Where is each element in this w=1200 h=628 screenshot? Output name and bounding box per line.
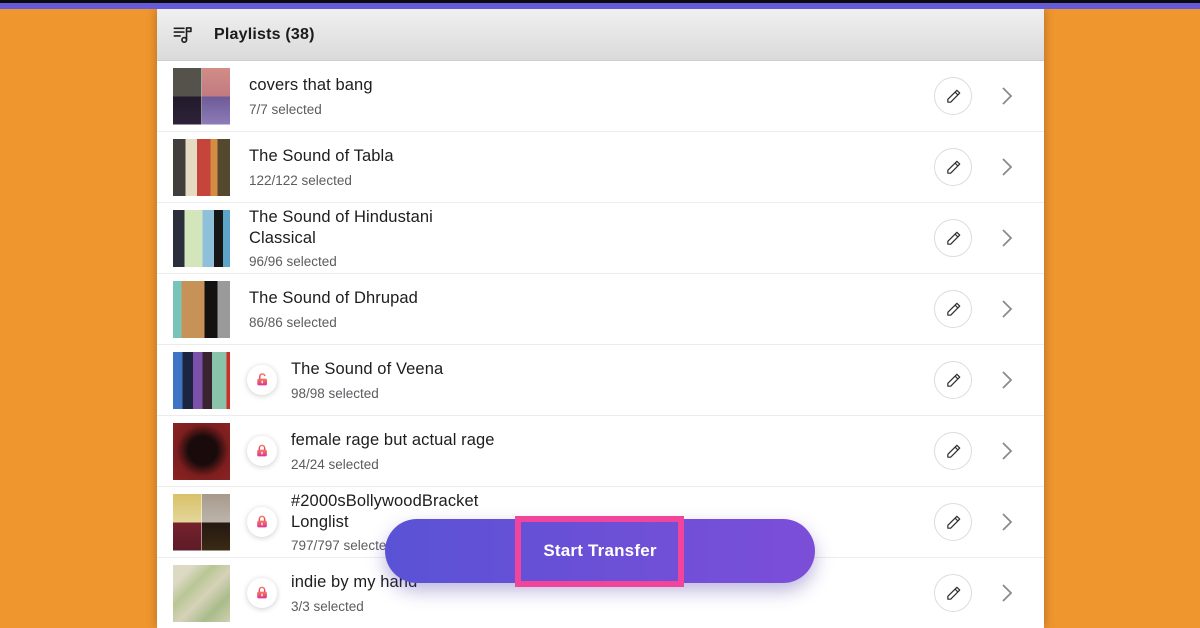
playlist-title: The Sound of Veena [291, 359, 443, 380]
chevron-right-icon[interactable] [1000, 298, 1014, 320]
playlist-cover [173, 281, 230, 338]
unlock-icon [254, 372, 270, 388]
pencil-icon [945, 443, 962, 460]
chevron-right-icon[interactable] [1000, 582, 1014, 604]
lock-icon [254, 514, 270, 530]
playlist-row: The Sound of Tabla 122/122 selected [157, 132, 1044, 203]
edit-playlist-button[interactable] [934, 503, 972, 541]
playlist-selected-count: 122/122 selected [249, 173, 394, 188]
playlist-selected-count: 3/3 selected [291, 599, 417, 614]
playlist-row: The Sound of Hindustani Classical 96/96 … [157, 203, 1044, 274]
lock-toggle[interactable] [247, 365, 277, 395]
playlist-title: The Sound of Tabla [249, 146, 394, 167]
pencil-icon [945, 88, 962, 105]
pencil-icon [945, 514, 962, 531]
lock-toggle[interactable] [247, 507, 277, 537]
pencil-icon [945, 230, 962, 247]
edit-playlist-button[interactable] [934, 361, 972, 399]
playlists-header: Playlists (38) [157, 9, 1044, 61]
playlists-header-title: Playlists (38) [214, 26, 315, 44]
playlist-title: covers that bang [249, 75, 373, 96]
playlist-cover [173, 210, 230, 267]
playlist-cover [173, 423, 230, 480]
playlist-cover [173, 139, 230, 196]
playlist-row: The Sound of Veena 98/98 selected [157, 345, 1044, 416]
playlist-title: female rage but actual rage [291, 430, 495, 451]
lock-toggle[interactable] [247, 578, 277, 608]
lock-icon [254, 585, 270, 601]
chevron-right-icon[interactable] [1000, 511, 1014, 533]
edit-playlist-button[interactable] [934, 219, 972, 257]
pencil-icon [945, 372, 962, 389]
edit-playlist-button[interactable] [934, 574, 972, 612]
chevron-right-icon[interactable] [1000, 85, 1014, 107]
playlist-selected-count: 86/86 selected [249, 315, 418, 330]
edit-playlist-button[interactable] [934, 77, 972, 115]
chevron-right-icon[interactable] [1000, 227, 1014, 249]
playlist-selected-count: 96/96 selected [249, 254, 469, 269]
pencil-icon [945, 585, 962, 602]
edit-playlist-button[interactable] [934, 148, 972, 186]
chevron-right-icon[interactable] [1000, 440, 1014, 462]
playlist-music-icon [171, 23, 194, 46]
playlist-cover [173, 68, 230, 125]
edit-playlist-button[interactable] [934, 432, 972, 470]
pencil-icon [945, 301, 962, 318]
playlist-selected-count: 7/7 selected [249, 102, 373, 117]
playlist-selected-count: 98/98 selected [291, 386, 443, 401]
edit-playlist-button[interactable] [934, 290, 972, 328]
chevron-right-icon[interactable] [1000, 156, 1014, 178]
playlist-cover [173, 565, 230, 622]
playlist-row: covers that bang 7/7 selected [157, 61, 1044, 132]
playlist-title: The Sound of Hindustani Classical [249, 207, 469, 250]
playlist-row: The Sound of Dhrupad 86/86 selected [157, 274, 1044, 345]
playlist-title: The Sound of Dhrupad [249, 288, 418, 309]
playlist-cover [173, 352, 230, 409]
playlist-selected-count: 24/24 selected [291, 457, 495, 472]
chevron-right-icon[interactable] [1000, 369, 1014, 391]
progress-accent-bar [0, 3, 1200, 9]
lock-icon [254, 443, 270, 459]
playlist-row: female rage but actual rage 24/24 select… [157, 416, 1044, 487]
playlist-transfer-screen: Playlists (38) covers that bang 7/7 sele… [0, 0, 1200, 628]
start-transfer-button[interactable]: Start Transfer [385, 519, 815, 583]
playlist-cover [173, 494, 230, 551]
pencil-icon [945, 159, 962, 176]
lock-toggle[interactable] [247, 436, 277, 466]
